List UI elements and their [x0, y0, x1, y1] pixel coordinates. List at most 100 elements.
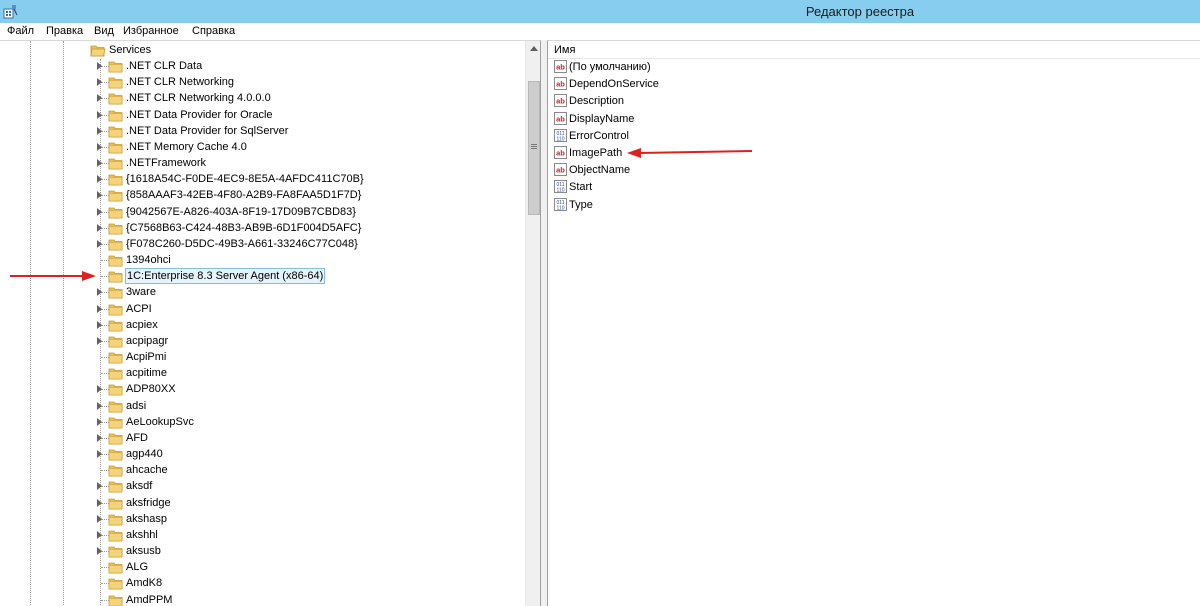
tree-item[interactable]: acpiex [0, 317, 525, 333]
tree-item[interactable]: .NET Memory Cache 4.0 [0, 139, 525, 155]
tree-item[interactable]: ACPI [0, 301, 525, 317]
tree-item[interactable]: .NET CLR Networking 4.0.0.0 [0, 90, 525, 106]
value-row[interactable]: ab DependOnService [548, 76, 948, 93]
tree-item[interactable]: .NET CLR Networking [0, 74, 525, 90]
value-row[interactable]: ab Description [548, 93, 948, 110]
folder-icon [108, 126, 123, 138]
registry-key-tree[interactable]: Services .NET CLR Data .NET CLR Networkin… [0, 40, 541, 606]
expand-arrow-icon[interactable] [97, 531, 102, 539]
tree-item-label: .NET CLR Data [126, 60, 203, 72]
expand-arrow-icon[interactable] [97, 240, 102, 248]
tree-item-label: .NET CLR Networking 4.0.0.0 [126, 92, 271, 104]
tree-item[interactable]: {F078C260-D5DC-49B3-A661-33246C77C048} [0, 236, 525, 252]
tree-item[interactable]: 3ware [0, 284, 525, 300]
folder-icon [108, 93, 123, 105]
menu-bar: Файл Правка Вид Избранное Справка [0, 23, 1200, 40]
tree-item[interactable]: ALG [0, 559, 525, 575]
value-row[interactable]: 011 110 ErrorControl [548, 128, 948, 145]
folder-icon [108, 465, 123, 477]
expand-arrow-icon[interactable] [97, 143, 102, 151]
tree-item[interactable]: AmdK8 [0, 575, 525, 591]
expand-arrow-icon[interactable] [97, 385, 102, 393]
tree-item[interactable]: AeLookupSvc [0, 414, 525, 430]
expand-arrow-icon[interactable] [97, 547, 102, 555]
scrollbar-thumb[interactable] [528, 81, 540, 215]
registry-values-list[interactable]: Имя ab (По умолчанию) ab DependOnService ab D… [547, 40, 1200, 606]
value-name: Type [569, 199, 593, 211]
tree-vertical-scrollbar[interactable] [525, 41, 540, 606]
tree-item[interactable]: agp440 [0, 446, 525, 462]
menu-file[interactable]: Файл [7, 23, 34, 40]
column-header-name[interactable]: Имя [548, 41, 1200, 59]
tree-item[interactable]: akshasp [0, 511, 525, 527]
menu-view[interactable]: Вид [94, 23, 114, 40]
tree-item[interactable]: .NET Data Provider for Oracle [0, 107, 525, 123]
tree-item[interactable]: AcpiPmi [0, 349, 525, 365]
tree-item-services[interactable]: Services [0, 42, 525, 58]
expand-arrow-icon[interactable] [97, 515, 102, 523]
expand-arrow-icon[interactable] [97, 208, 102, 216]
expand-arrow-icon[interactable] [97, 499, 102, 507]
expand-arrow-icon[interactable] [97, 78, 102, 86]
value-row[interactable]: ab (По умолчанию) [548, 59, 948, 76]
expand-arrow-icon[interactable] [97, 159, 102, 167]
tree-item[interactable]: aksdf [0, 478, 525, 494]
expand-arrow-icon[interactable] [97, 111, 102, 119]
folder-icon [108, 368, 123, 380]
tree-item[interactable]: aksfridge [0, 495, 525, 511]
tree-item[interactable]: 1394ohci [0, 252, 525, 268]
expand-arrow-icon[interactable] [97, 288, 102, 296]
value-name: Start [569, 181, 593, 193]
expand-arrow-icon[interactable] [97, 482, 102, 490]
tree-item-label: .NET Data Provider for SqlServer [126, 125, 289, 137]
svg-text:ab: ab [556, 149, 565, 158]
tree-item[interactable]: {9042567E-A826-403A-8F19-17D09B7CBD83} [0, 204, 525, 220]
tree-item[interactable]: ADP80XX [0, 381, 525, 397]
expand-arrow-icon[interactable] [97, 450, 102, 458]
expand-arrow-icon[interactable] [97, 94, 102, 102]
expand-arrow-icon[interactable] [97, 127, 102, 135]
value-row[interactable]: ab DisplayName [548, 111, 948, 128]
tree-item[interactable]: {858AAAF3-42EB-4F80-A2B9-FA8FAA5D1F7D} [0, 187, 525, 203]
tree-item[interactable]: acpitime [0, 365, 525, 381]
tree-item[interactable]: acpipagr [0, 333, 525, 349]
tree-item-label: ADP80XX [126, 383, 176, 395]
collapse-icon[interactable] [76, 46, 84, 54]
menu-help[interactable]: Справка [192, 23, 235, 40]
folder-icon [108, 352, 123, 364]
expand-arrow-icon[interactable] [97, 337, 102, 345]
tree-item[interactable]: .NET Data Provider for SqlServer [0, 123, 525, 139]
value-row[interactable]: 011 110 Start [548, 179, 948, 196]
expand-arrow-icon[interactable] [97, 175, 102, 183]
tree-item[interactable]: adsi [0, 398, 525, 414]
tree-item[interactable]: AFD [0, 430, 525, 446]
tree-item[interactable]: {1618A54C-F0DE-4EC9-8E5A-4AFDC411C70B} [0, 171, 525, 187]
expand-arrow-icon[interactable] [97, 305, 102, 313]
value-row[interactable]: 011 110 Type [548, 197, 948, 214]
expand-arrow-icon[interactable] [97, 224, 102, 232]
expand-arrow-icon[interactable] [97, 321, 102, 329]
menu-favorites[interactable]: Избранное [123, 23, 179, 40]
grip-line [531, 144, 537, 145]
expand-arrow-icon[interactable] [97, 418, 102, 426]
tree-item[interactable]: .NET CLR Data [0, 58, 525, 74]
value-row[interactable]: ab ImagePath [548, 145, 948, 162]
tree-item[interactable]: ahcache [0, 462, 525, 478]
expand-arrow-icon[interactable] [97, 434, 102, 442]
folder-icon [108, 595, 123, 606]
tree-item[interactable]: {C7568B63-C424-48B3-AB9B-6D1F004D5AFC} [0, 220, 525, 236]
tree-item[interactable]: .NETFramework [0, 155, 525, 171]
expand-arrow-icon[interactable] [97, 191, 102, 199]
tree-item[interactable]: AmdPPM [0, 592, 525, 606]
tree-item-label: {F078C260-D5DC-49B3-A661-33246C77C048} [126, 238, 358, 250]
tree-item[interactable]: akshhl [0, 527, 525, 543]
tree-item-label: acpiex [126, 319, 158, 331]
tree-item[interactable]: 1C:Enterprise 8.3 Server Agent (x86-64) [0, 268, 525, 284]
tree-item-label: AcpiPmi [126, 351, 167, 363]
menu-edit[interactable]: Правка [46, 23, 83, 40]
tree-item[interactable]: aksusb [0, 543, 525, 559]
expand-arrow-icon[interactable] [97, 62, 102, 70]
value-row[interactable]: ab ObjectName [548, 162, 948, 179]
expand-arrow-icon[interactable] [97, 402, 102, 410]
scroll-up-arrow-icon[interactable] [530, 46, 538, 51]
